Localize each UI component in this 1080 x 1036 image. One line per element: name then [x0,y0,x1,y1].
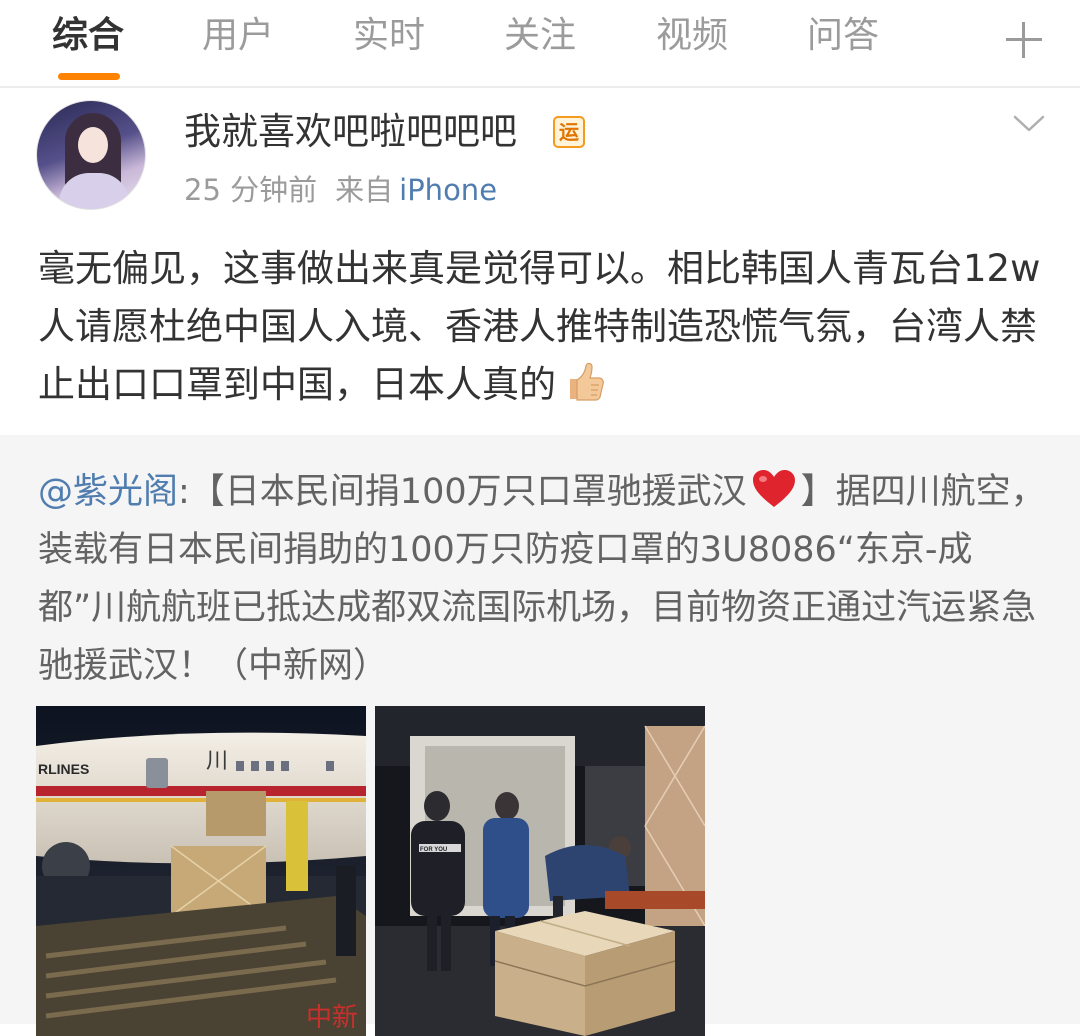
livery-text: 川 [206,749,228,774]
mention-link[interactable]: @紫光阁 [38,472,178,512]
member-badge-icon[interactable]: 运 [553,116,585,148]
airline-text: RLINES [38,761,89,777]
tab-following[interactable]: 关注 [504,12,576,60]
avatar[interactable] [36,100,146,210]
post-meta: 25 分钟前 来自 iPhone [184,170,497,210]
plus-icon[interactable] [1000,16,1048,64]
active-tab-indicator [58,73,120,80]
watermark-text: 中新 [306,1003,358,1033]
jacket-text: FOR YOU [420,847,447,853]
repost-text-part1: :【日本民间捐100万只口罩驰援武汉 [178,472,747,512]
device-link[interactable]: iPhone [399,173,497,207]
post-body: 毫无偏见，这事做出来真是觉得可以。相比韩国人青瓦台12w人请愿杜绝中国人入境、香… [38,240,1048,414]
repost-card[interactable]: @紫光阁:【日本民间捐100万只口罩驰援武汉 】据四川航空，装载有日本民间捐助的… [0,435,1080,1036]
chevron-down-icon[interactable] [1013,108,1045,140]
tab-realtime[interactable]: 实时 [353,12,425,60]
red-heart-emoji [752,470,795,507]
post-time: 25 分钟前 [184,173,318,207]
repost-body: @紫光阁:【日本民间捐100万只口罩驰援武汉 】据四川航空，装载有日本民间捐助的… [38,463,1048,695]
post-text: 毫无偏见，这事做出来真是觉得可以。相比韩国人青瓦台12w人请愿杜绝中国人入境、香… [38,247,1041,406]
tab-video[interactable]: 视频 [656,12,728,60]
tab-scroll-fade [940,0,1000,86]
search-tab-bar: 综合 用户 实时 关注 视频 问答 [0,0,1080,88]
tab-general[interactable]: 综合 [52,12,124,60]
workers-boxes-photo[interactable]: FOR YOU [375,706,705,1036]
airplane-cargo-photo[interactable]: RLINES 川 中新 [36,706,366,1036]
tab-qa[interactable]: 问答 [807,12,879,60]
tab-users[interactable]: 用户 [202,12,274,60]
username[interactable]: 我就喜欢吧啦吧吧吧 [184,108,517,156]
source-label: 来自 [335,173,394,207]
thumbs-up-emoji [570,362,604,401]
